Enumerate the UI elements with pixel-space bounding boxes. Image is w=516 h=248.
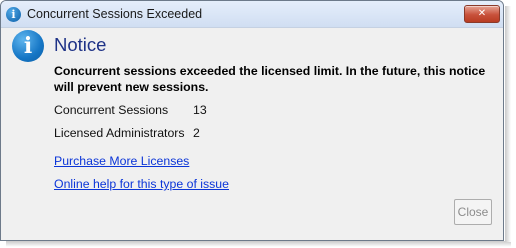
licensed-administrators-value: 2 xyxy=(193,126,200,140)
notice-message: Concurrent sessions exceeded the license… xyxy=(54,64,486,94)
concurrent-sessions-label: Concurrent Sessions xyxy=(54,103,169,117)
concurrent-sessions-value: 13 xyxy=(193,103,207,117)
purchase-licenses-link[interactable]: Purchase More Licenses xyxy=(54,154,189,168)
title-bar[interactable]: i Concurrent Sessions Exceeded ✕ xyxy=(1,1,503,28)
title-close-button[interactable]: ✕ xyxy=(464,5,500,23)
info-icon: i xyxy=(6,7,21,22)
info-icon: i xyxy=(12,30,44,62)
licensed-administrators-label: Licensed Administrators xyxy=(54,126,185,140)
online-help-link[interactable]: Online help for this type of issue xyxy=(54,177,229,191)
window-shadow-bottom xyxy=(6,241,511,247)
notice-heading: Notice xyxy=(54,34,107,55)
window-title: Concurrent Sessions Exceeded xyxy=(27,7,203,21)
dialog-window: i Concurrent Sessions Exceeded ✕ i Notic… xyxy=(0,0,504,241)
window-shadow-right xyxy=(505,6,511,242)
close-button[interactable]: Close xyxy=(454,199,492,225)
